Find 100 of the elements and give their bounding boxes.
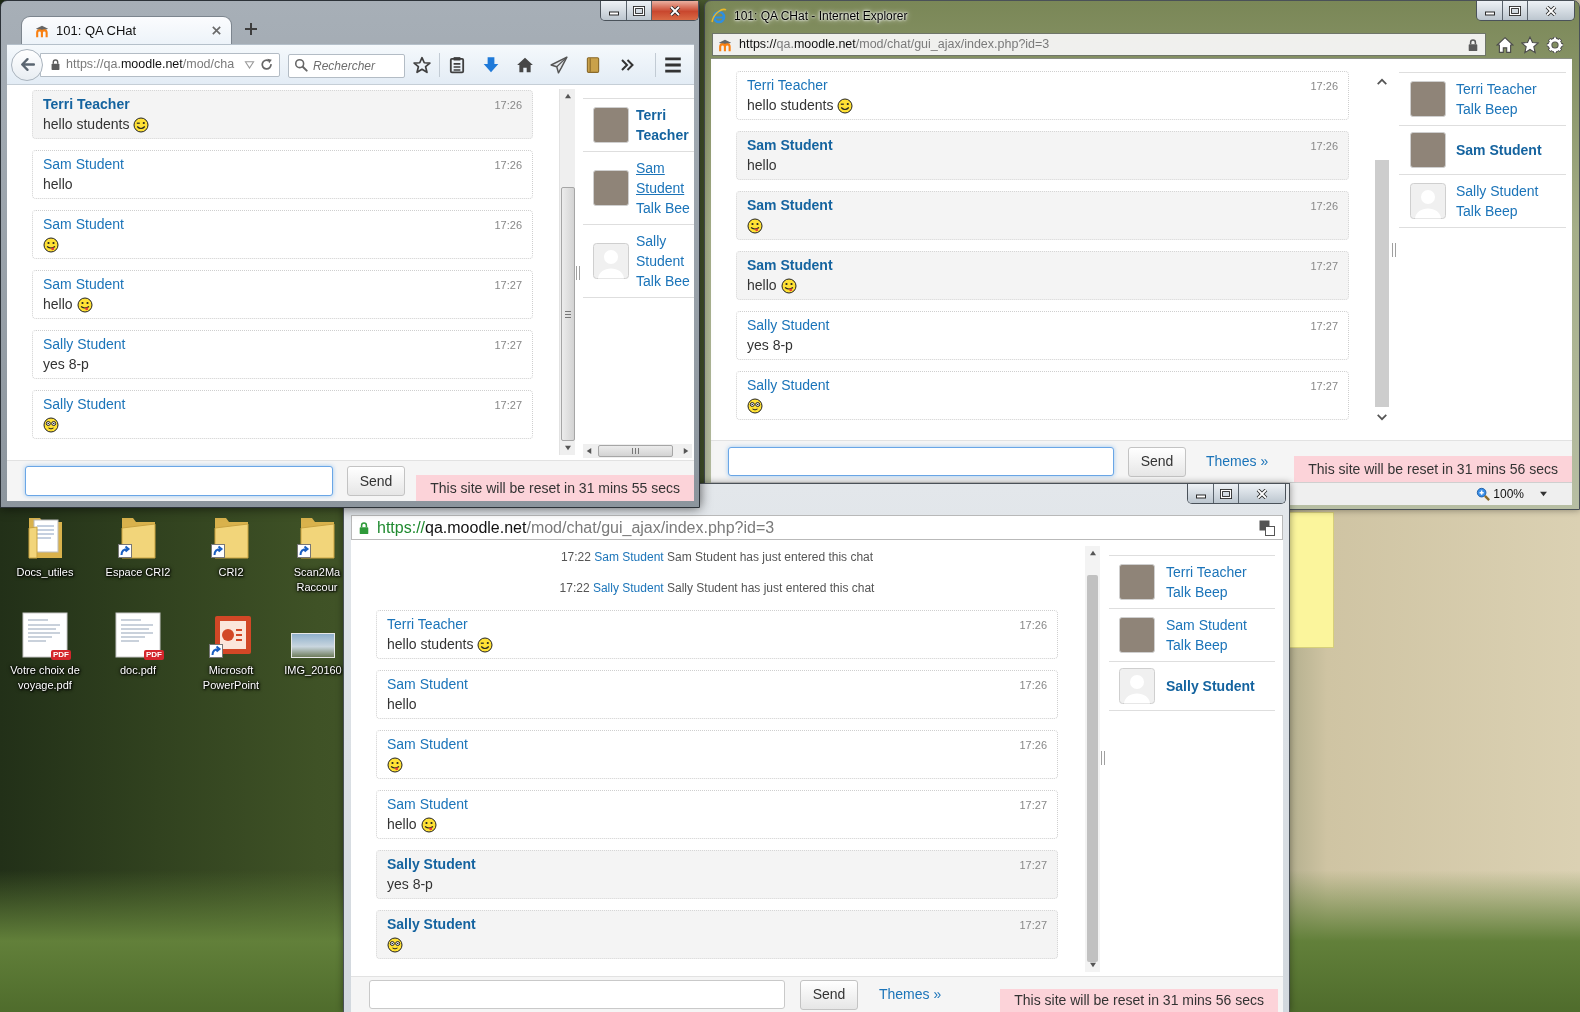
splitter-grip[interactable]: [576, 265, 580, 280]
home-icon[interactable]: [1496, 35, 1514, 54]
user-action-link[interactable]: Beep: [1484, 201, 1518, 221]
desktop-icon-label[interactable]: Espace CRI2: [105, 565, 171, 580]
star-icon[interactable]: [413, 55, 431, 74]
close-tab-icon[interactable]: [211, 25, 222, 36]
browser-tab[interactable]: 101: QA CHat: [21, 16, 232, 44]
user-action-link[interactable]: Bee: [664, 271, 690, 291]
user-name-link[interactable]: Sam Student: [1456, 140, 1542, 160]
minimize-button[interactable]: [1188, 484, 1214, 503]
user-action-link[interactable]: Talk: [1456, 99, 1481, 119]
settings-icon[interactable]: [1546, 35, 1564, 54]
scrollbar-thumb[interactable]: [598, 445, 673, 457]
send-button[interactable]: Send: [800, 979, 858, 1010]
maximize-button[interactable]: [627, 1, 652, 20]
url-text[interactable]: https://qa.moodle.net/mod/cha: [66, 55, 239, 74]
themes-link[interactable]: Themes »: [1206, 451, 1269, 472]
user-name-link[interactable]: Sam Student: [594, 550, 664, 564]
desktop-icon-label[interactable]: Microsoft PowerPoint: [187, 663, 275, 693]
scrollbar-thumb[interactable]: [1087, 575, 1098, 962]
user-action-link[interactable]: Bee: [664, 198, 690, 218]
scrollbar-thumb[interactable]: [560, 187, 575, 441]
user-action-link[interactable]: Talk: [636, 271, 661, 291]
desktop-icon-label[interactable]: Votre choix de voyage.pdf: [1, 663, 89, 693]
themes-link[interactable]: Themes »: [879, 984, 942, 1005]
scroll-right-arrow-icon[interactable]: [683, 447, 689, 455]
send-button[interactable]: Send: [1128, 446, 1186, 477]
scrollbar-thumb[interactable]: [1375, 160, 1389, 407]
dropdown-arrow-icon[interactable]: [244, 60, 255, 69]
user-action-link[interactable]: Beep: [1194, 635, 1228, 655]
book-icon[interactable]: [584, 55, 602, 74]
scrollbar[interactable]: [1085, 546, 1100, 972]
close-button[interactable]: [652, 1, 698, 20]
user-action-link[interactable]: Talk: [1456, 201, 1481, 221]
scroll-left-arrow-icon[interactable]: [586, 447, 592, 455]
default-avatar-icon: [593, 243, 629, 279]
zoom-level[interactable]: 100%: [1493, 485, 1524, 503]
message-text: yes 8-p: [387, 875, 433, 894]
scrollbar[interactable]: [559, 89, 575, 455]
close-button[interactable]: [1239, 484, 1285, 503]
user-name-link[interactable]: Terri Teacher: [1456, 79, 1537, 99]
splitter-grip[interactable]: [1392, 242, 1396, 257]
zoom-icon[interactable]: [1476, 486, 1492, 502]
user-action-link[interactable]: Talk: [1166, 582, 1191, 602]
message-time: 17:26: [494, 158, 522, 173]
paper-plane-icon[interactable]: [550, 55, 568, 74]
star-icon[interactable]: [1521, 35, 1539, 54]
scroll-down-arrow-icon[interactable]: [563, 445, 572, 451]
scrollbar[interactable]: [583, 444, 692, 458]
double-chevron-icon[interactable]: [619, 56, 635, 73]
overlapping-squares-icon[interactable]: [1259, 519, 1275, 536]
default-avatar-icon: [1119, 668, 1155, 704]
user-name-link[interactable]: Terri Teacher: [1166, 562, 1247, 582]
down-arrow-icon[interactable]: [482, 55, 500, 74]
address-bar[interactable]: https://qa.moodle.net/mod/cha: [40, 52, 280, 77]
user-name-link[interactable]: Sally Student: [1166, 676, 1255, 696]
close-button[interactable]: [1528, 1, 1574, 20]
document-thumbnail-icon[interactable]: [22, 612, 68, 658]
message-input[interactable]: [25, 466, 333, 496]
minimize-button[interactable]: [1477, 1, 1503, 20]
reload-icon[interactable]: [260, 57, 274, 72]
user-name-link[interactable]: Terri Teacher: [636, 105, 694, 145]
user-name-link[interactable]: Sally Student: [1456, 181, 1539, 201]
address-bar[interactable]: https://qa.moodle.net/mod/chat/gui_ajax/index.php?id=3: [712, 33, 1486, 56]
user-name-link[interactable]: Sally Student: [592, 581, 664, 595]
desktop-icon-label[interactable]: Scan2Ma Raccour: [291, 565, 343, 595]
message-input[interactable]: [369, 980, 785, 1009]
caret-icon[interactable]: [1539, 491, 1548, 497]
desktop-icon-label[interactable]: Docs_utiles: [16, 565, 74, 580]
menu-icon[interactable]: [663, 54, 683, 75]
maximize-button[interactable]: [1503, 1, 1528, 20]
message-input[interactable]: [728, 447, 1114, 476]
send-button[interactable]: Send: [347, 466, 405, 496]
user-action-link[interactable]: Talk: [636, 198, 661, 218]
scroll-up-arrow-icon[interactable]: [1088, 550, 1097, 556]
desktop-icon-label[interactable]: doc.pdf: [119, 663, 157, 678]
maximize-button[interactable]: [1214, 484, 1239, 503]
image-thumbnail-placeholder[interactable]: [291, 633, 335, 658]
user-action-link[interactable]: Talk: [1166, 635, 1191, 655]
scroll-down-arrow-icon[interactable]: [1088, 962, 1097, 968]
author-name: Sally Student: [43, 335, 126, 354]
user-name-link[interactable]: Sam Student: [1166, 615, 1247, 635]
desktop-icon-label[interactable]: IMG_20160: [284, 663, 342, 678]
user-action-link[interactable]: Beep: [1194, 582, 1228, 602]
presentation-app-icon[interactable]: [209, 614, 253, 658]
document-thumbnail-icon[interactable]: [115, 612, 161, 658]
message-text: hello: [387, 815, 417, 834]
desktop-icon-label[interactable]: CRI2: [218, 565, 244, 580]
new-tab-icon[interactable]: [244, 22, 258, 36]
clipboard-icon[interactable]: [448, 55, 466, 74]
user-name-link[interactable]: Sally Student: [636, 231, 694, 271]
splitter-grip[interactable]: [1101, 751, 1105, 765]
minimize-button[interactable]: [601, 1, 627, 20]
back-button[interactable]: [11, 48, 43, 81]
user-action-link[interactable]: Beep: [1484, 99, 1518, 119]
url-text[interactable]: https://qa.moodle.net/mod/chat/gui_ajax/index.php?id=3: [739, 35, 1460, 54]
scroll-up-arrow-icon[interactable]: [563, 93, 572, 99]
search-field[interactable]: Rechercher: [288, 53, 405, 78]
home-icon[interactable]: [516, 55, 534, 74]
user-name-link[interactable]: Sam Student: [636, 158, 694, 198]
